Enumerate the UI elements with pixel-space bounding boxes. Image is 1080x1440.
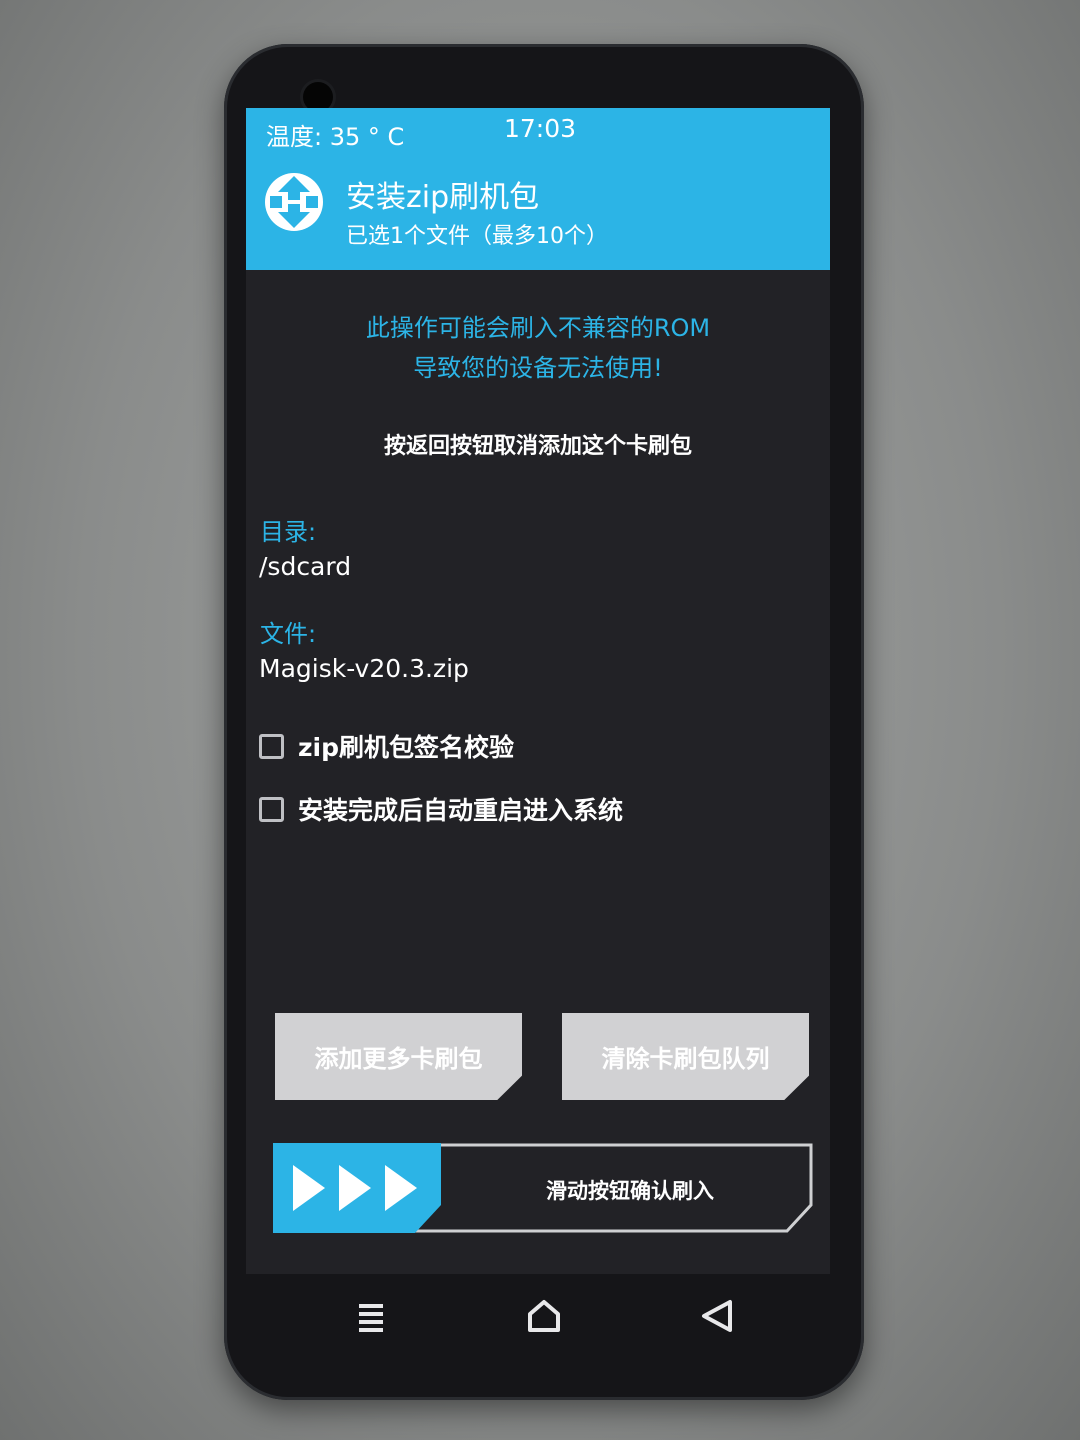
add-more-zips-button[interactable]: 添加更多卡刷包 (275, 1013, 522, 1100)
warning-line-1: 此操作可能会刷入不兼容的ROM (365, 314, 711, 342)
swipe-to-confirm-slider[interactable]: 滑动按钮确认刷入 (273, 1143, 813, 1233)
photo-background: 温度: 35 ° C 17:03 安装zip刷机包 已选1个文件（最多10个） … (0, 0, 1080, 1440)
home-icon[interactable] (522, 1294, 566, 1338)
checkbox[interactable] (259, 733, 284, 759)
page-header: 安装zip刷机包 已选1个文件（最多10个） (246, 154, 830, 270)
status-bar: 温度: 35 ° C 17:03 (246, 108, 830, 154)
clock: 17:03 (504, 114, 577, 143)
file-value: Magisk-v20.3.zip (259, 654, 469, 683)
page-title: 安装zip刷机包 (346, 180, 540, 215)
clear-zip-queue-button[interactable]: 清除卡刷包队列 (562, 1013, 809, 1100)
warning-line-2: 导致您的设备无法使用! (413, 354, 663, 382)
slider-label: 滑动按钮确认刷入 (546, 1179, 714, 1203)
file-label: 文件: (260, 620, 317, 648)
back-hint: 按返回按钮取消添加这个卡刷包 (383, 434, 692, 459)
checkbox[interactable] (259, 796, 284, 822)
directory-value: /sdcard (259, 552, 352, 581)
twrp-screen: 温度: 35 ° C 17:03 安装zip刷机包 已选1个文件（最多10个） … (246, 108, 830, 1274)
directory-label: 目录: (260, 518, 317, 546)
option-zip-signature-verify[interactable]: zip刷机包签名校验 (259, 728, 514, 764)
option-reboot-after-install[interactable]: 安装完成后自动重启进入系统 (259, 791, 623, 827)
option-label: zip刷机包签名校验 (298, 733, 515, 762)
menu-icon[interactable] (349, 1294, 393, 1338)
temperature-readout: 温度: 35 ° C (266, 123, 405, 151)
option-label: 安装完成后自动重启进入系统 (298, 796, 624, 825)
twrp-logo-icon (265, 173, 323, 231)
page-subtitle: 已选1个文件（最多10个） (346, 224, 608, 249)
triple-arrow-right-icon[interactable] (273, 1143, 443, 1233)
back-triangle-icon[interactable] (696, 1294, 740, 1338)
